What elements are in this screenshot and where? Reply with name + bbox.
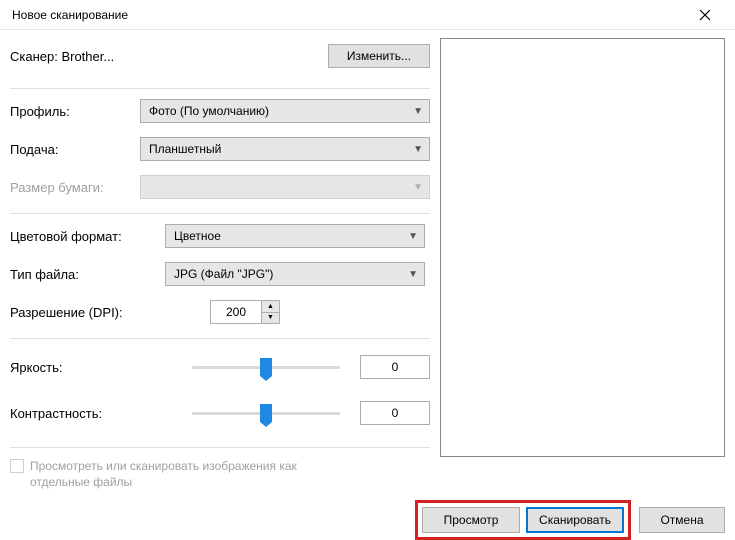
brightness-slider[interactable] xyxy=(192,357,340,377)
close-button[interactable] xyxy=(685,1,725,29)
brightness-value[interactable] xyxy=(360,355,430,379)
paper-select: ▼ xyxy=(140,175,430,199)
chevron-down-icon: ▼ xyxy=(413,144,423,155)
file-type-label: Тип файла: xyxy=(10,267,165,282)
source-label: Подача: xyxy=(10,142,140,157)
chevron-down-icon: ▼ xyxy=(413,182,423,193)
dpi-up-button[interactable]: ▲ xyxy=(262,301,279,313)
color-format-value: Цветное xyxy=(174,229,221,243)
settings-panel: Сканер: Brother... Изменить... Профиль: … xyxy=(10,38,430,490)
profile-value: Фото (По умолчанию) xyxy=(149,104,269,118)
dpi-input[interactable] xyxy=(211,301,261,323)
scanner-label: Сканер: Brother... xyxy=(10,49,114,64)
profile-label: Профиль: xyxy=(10,104,140,119)
close-icon xyxy=(699,9,711,21)
window-title: Новое сканирование xyxy=(10,8,128,22)
brightness-label: Яркость: xyxy=(10,360,163,375)
preview-button[interactable]: Просмотр xyxy=(422,507,520,533)
change-scanner-button[interactable]: Изменить... xyxy=(328,44,430,68)
divider xyxy=(10,338,430,339)
contrast-label: Контрастность: xyxy=(10,406,163,421)
divider xyxy=(10,447,430,448)
dpi-down-button[interactable]: ▼ xyxy=(262,313,279,324)
separate-files-label: Просмотреть или сканировать изображения … xyxy=(30,458,310,490)
contrast-slider[interactable] xyxy=(192,403,340,423)
paper-label: Размер бумаги: xyxy=(10,180,140,195)
separate-files-checkbox xyxy=(10,459,24,473)
footer: Просмотр Сканировать Отмена xyxy=(0,490,735,540)
chevron-down-icon: ▼ xyxy=(413,106,423,117)
source-select[interactable]: Планшетный ▼ xyxy=(140,137,430,161)
dpi-label: Разрешение (DPI): xyxy=(10,305,165,320)
contrast-value[interactable] xyxy=(360,401,430,425)
file-type-value: JPG (Файл "JPG") xyxy=(174,267,273,281)
slider-thumb[interactable] xyxy=(260,404,272,422)
divider xyxy=(10,88,430,89)
chevron-down-icon: ▼ xyxy=(408,231,418,242)
highlighted-actions: Просмотр Сканировать xyxy=(415,500,631,540)
dpi-spinner[interactable]: ▲ ▼ xyxy=(210,300,280,324)
file-type-select[interactable]: JPG (Файл "JPG") ▼ xyxy=(165,262,425,286)
preview-pane xyxy=(440,38,725,457)
color-format-select[interactable]: Цветное ▼ xyxy=(165,224,425,248)
divider xyxy=(10,213,430,214)
scan-button[interactable]: Сканировать xyxy=(526,507,624,533)
profile-select[interactable]: Фото (По умолчанию) ▼ xyxy=(140,99,430,123)
cancel-button[interactable]: Отмена xyxy=(639,507,725,533)
titlebar: Новое сканирование xyxy=(0,0,735,30)
source-value: Планшетный xyxy=(149,142,221,156)
color-format-label: Цветовой формат: xyxy=(10,229,165,244)
chevron-down-icon: ▼ xyxy=(408,269,418,280)
slider-thumb[interactable] xyxy=(260,358,272,376)
